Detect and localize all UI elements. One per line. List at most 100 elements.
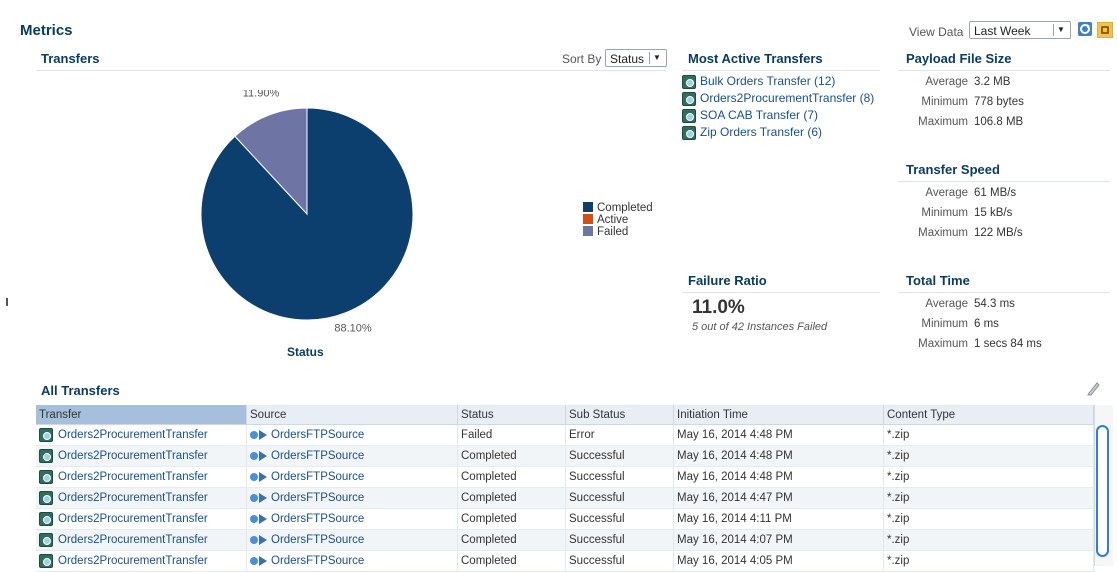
legend-swatch	[583, 214, 593, 224]
column-header-sub-status[interactable]: Sub Status	[565, 405, 674, 425]
source-cell[interactable]: OrdersFTPSource	[246, 424, 458, 446]
total-time-average: Average 54.3 ms	[925, 298, 1015, 310]
table-scrollbar-thumb[interactable]	[1096, 425, 1109, 557]
transfer-icon	[682, 91, 696, 106]
source-icon	[250, 492, 268, 503]
legend-label: Completed	[597, 202, 653, 214]
page-title: Metrics	[20, 22, 73, 39]
transfer-icon	[39, 512, 53, 526]
transfer-cell[interactable]: Orders2ProcurementTransfer	[36, 445, 247, 467]
initiation-time-cell: May 16, 2014 4:05 PM	[673, 550, 884, 572]
transfer-cell[interactable]: Orders2ProcurementTransfer	[36, 424, 247, 446]
initiation-time-cell: May 16, 2014 4:11 PM	[673, 508, 884, 530]
column-header-status[interactable]: Status	[457, 405, 566, 425]
total-time-divider	[898, 292, 1110, 293]
status-cell: Completed	[457, 508, 566, 530]
table-row[interactable]: Orders2ProcurementTransfer OrdersFTPSourc…	[36, 424, 1094, 446]
transfers-divider	[36, 70, 666, 71]
failure-ratio-value: 11.0%	[692, 297, 745, 318]
sub-status-cell: Successful	[565, 529, 674, 551]
source-cell[interactable]: OrdersFTPSource	[246, 550, 458, 572]
status-cell: Completed	[457, 466, 566, 488]
legend-item: Failed	[583, 226, 653, 238]
status-cell: Failed	[457, 424, 566, 446]
source-cell[interactable]: OrdersFTPSource	[246, 487, 458, 509]
most-active-item[interactable]: Zip Orders Transfer (6)	[682, 124, 822, 140]
transfer-icon	[39, 491, 53, 505]
transfer-icon	[682, 125, 696, 140]
table-row[interactable]: Orders2ProcurementTransfer OrdersFTPSourc…	[36, 508, 1094, 530]
most-active-item[interactable]: Orders2ProcurementTransfer (8)	[682, 90, 874, 106]
all-transfers-table: Transfer Source Status Sub Status Initia…	[36, 405, 1094, 572]
most-active-item[interactable]: SOA CAB Transfer (7)	[682, 107, 818, 123]
sort-by-value: Status	[610, 52, 645, 66]
source-cell[interactable]: OrdersFTPSource	[246, 508, 458, 530]
edit-pencil-icon[interactable]	[1086, 380, 1102, 396]
source-icon	[250, 555, 268, 566]
table-row[interactable]: Orders2ProcurementTransfer OrdersFTPSourc…	[36, 550, 1094, 572]
content-type-cell: *.zip	[883, 550, 1094, 572]
column-header-content-type[interactable]: Content Type	[883, 405, 1094, 425]
transfer-icon	[39, 428, 53, 442]
legend-item: Active	[583, 214, 653, 226]
legend-item: Completed	[583, 202, 653, 214]
chevron-down-icon: ▼	[649, 52, 664, 64]
source-cell[interactable]: OrdersFTPSource	[246, 466, 458, 488]
column-header-source[interactable]: Source	[246, 405, 458, 425]
table-row[interactable]: Orders2ProcurementTransfer OrdersFTPSourc…	[36, 466, 1094, 488]
speed-divider	[898, 181, 1110, 182]
total-time-heading: Total Time	[906, 273, 970, 288]
total-time-maximum: Maximum 1 secs 84 ms	[918, 338, 1042, 350]
column-header-transfer[interactable]: Transfer	[36, 405, 247, 425]
source-icon	[250, 534, 268, 545]
transfer-cell[interactable]: Orders2ProcurementTransfer	[36, 529, 247, 551]
payload-average: Average 3.2 MB	[925, 76, 1011, 88]
status-cell: Completed	[457, 550, 566, 572]
transfer-cell[interactable]: Orders2ProcurementTransfer	[36, 508, 247, 530]
legend-label: Failed	[597, 226, 629, 238]
sub-status-cell: Successful	[565, 508, 674, 530]
source-cell[interactable]: OrdersFTPSource	[246, 529, 458, 551]
payload-heading: Payload File Size	[906, 51, 1012, 66]
table-row[interactable]: Orders2ProcurementTransfer OrdersFTPSourc…	[36, 487, 1094, 509]
content-type-cell: *.zip	[883, 487, 1094, 509]
view-data-select[interactable]: Last Week ▼	[969, 21, 1071, 39]
status-cell: Completed	[457, 529, 566, 551]
detach-icon[interactable]	[1096, 21, 1114, 39]
transfer-cell[interactable]: Orders2ProcurementTransfer	[36, 487, 247, 509]
source-cell[interactable]: OrdersFTPSource	[246, 445, 458, 467]
sub-status-cell: Successful	[565, 466, 674, 488]
transfer-cell[interactable]: Orders2ProcurementTransfer	[36, 466, 247, 488]
chart-x-label: Status	[287, 345, 324, 359]
failure-divider	[682, 292, 880, 293]
sub-status-cell: Error	[565, 424, 674, 446]
transfer-cell[interactable]: Orders2ProcurementTransfer	[36, 550, 247, 572]
transfer-icon	[39, 533, 53, 547]
most-active-item[interactable]: Bulk Orders Transfer (12)	[682, 73, 835, 89]
splitter-handle[interactable]	[6, 298, 8, 306]
chevron-down-icon: ▼	[1053, 24, 1068, 36]
content-type-cell: *.zip	[883, 424, 1094, 446]
chart-legend: Completed Active Failed	[583, 202, 653, 238]
transfer-icon	[682, 74, 696, 89]
table-row[interactable]: Orders2ProcurementTransfer OrdersFTPSourc…	[36, 445, 1094, 467]
legend-swatch	[583, 226, 593, 236]
status-pie-chart: 88.10% 11.90%	[200, 90, 414, 334]
transfer-icon	[682, 108, 696, 123]
initiation-time-cell: May 16, 2014 4:48 PM	[673, 424, 884, 446]
initiation-time-cell: May 16, 2014 4:07 PM	[673, 529, 884, 551]
transfers-heading: Transfers	[41, 51, 100, 66]
payload-maximum: Maximum 106.8 MB	[918, 116, 1024, 128]
column-header-initiation-time[interactable]: Initiation Time	[673, 405, 884, 425]
sort-by-label: Sort By	[562, 52, 602, 66]
content-type-cell: *.zip	[883, 508, 1094, 530]
table-row[interactable]: Orders2ProcurementTransfer OrdersFTPSourc…	[36, 529, 1094, 551]
content-type-cell: *.zip	[883, 466, 1094, 488]
sort-by-select[interactable]: Status ▼	[605, 49, 667, 67]
source-icon	[250, 429, 268, 440]
payload-minimum: Minimum 778 bytes	[921, 96, 1024, 108]
view-data-label: View Data	[909, 25, 964, 39]
refresh-icon[interactable]	[1077, 21, 1093, 37]
total-time-minimum: Minimum 6 ms	[921, 318, 999, 330]
speed-maximum: Maximum 122 MB/s	[918, 227, 1023, 239]
